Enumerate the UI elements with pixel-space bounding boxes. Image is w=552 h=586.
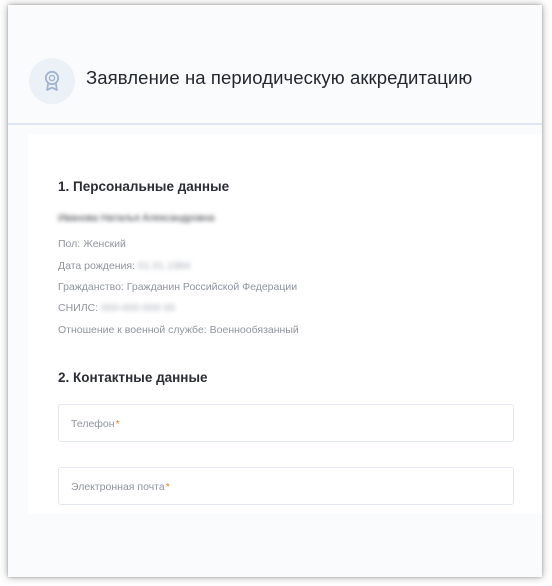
required-mark: * (115, 418, 120, 430)
gender-line: Пол: Женский (58, 238, 126, 250)
snils-line: СНИЛС: 000-000-000 00 (58, 302, 175, 314)
military-label: Отношение к военной службе: (58, 324, 207, 336)
military-line: Отношение к военной службе: Военнообязан… (58, 324, 299, 336)
email-field-label: Электронная почта* (71, 481, 170, 493)
phone-field[interactable]: Телефон* (58, 404, 514, 442)
snils-value: 000-000-000 00 (101, 302, 176, 314)
gender-value: Женский (83, 238, 126, 250)
gender-label: Пол: (58, 238, 81, 250)
snils-label: СНИЛС: (58, 302, 99, 314)
page-title: Заявление на периодическую аккредитацию (86, 67, 473, 88)
form-panel: 1. Персональные данные Иванова Наталья А… (28, 134, 542, 514)
application-window: Заявление на периодическую аккредитацию … (8, 5, 542, 577)
contact-data-section-title: 2. Контактные данные (58, 370, 208, 385)
birthdate-label: Дата рождения: (58, 260, 135, 272)
citizenship-value: Гражданин Российской Федерации (126, 281, 298, 293)
military-value: Военнообязанный (209, 324, 299, 336)
personal-data-section-title: 1. Персональные данные (58, 179, 230, 194)
phone-field-label: Телефон* (71, 418, 120, 430)
full-name: Иванова Наталья Александровна (58, 213, 215, 224)
email-field[interactable]: Электронная почта* (58, 467, 514, 505)
required-mark: * (165, 481, 170, 493)
citizenship-label: Гражданство: (58, 281, 124, 293)
birthdate-line: Дата рождения: 01.01.1984 (58, 260, 190, 272)
award-badge-icon (29, 58, 75, 104)
citizenship-line: Гражданство: Гражданин Российской Федера… (58, 281, 297, 293)
page-header: Заявление на периодическую аккредитацию (8, 5, 542, 125)
birthdate-value: 01.01.1984 (137, 260, 191, 272)
